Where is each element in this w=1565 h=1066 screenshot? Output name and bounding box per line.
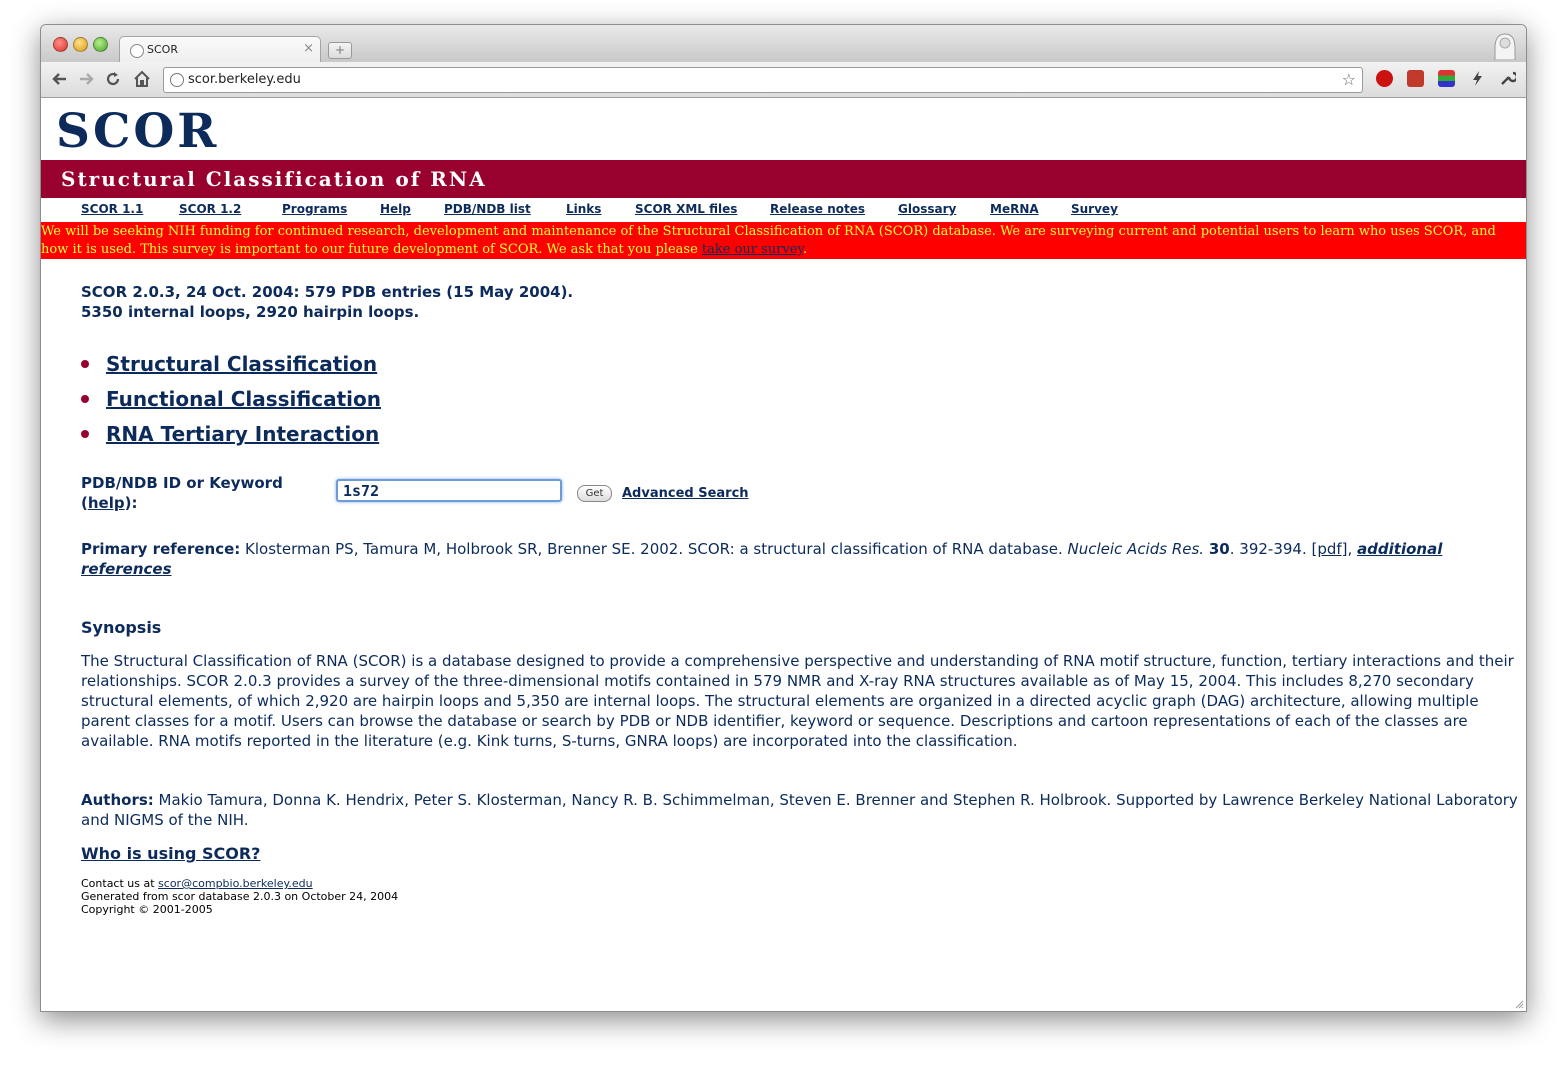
pdf-link[interactable]: [pdf] — [1311, 540, 1347, 558]
nav-link-scor-1-2[interactable]: SCOR 1.2 — [179, 202, 241, 216]
primary-reference: Primary reference: Klosterman PS, Tamura… — [81, 539, 1481, 579]
contact-line: Contact us at scor@compbio.berkeley.edu — [81, 877, 398, 890]
dictionary-icon[interactable] — [1407, 70, 1424, 87]
nav-link-survey[interactable]: Survey — [1071, 202, 1118, 216]
nav-link-links[interactable]: Links — [566, 202, 601, 216]
structural-classification-link[interactable]: Structural Classification — [106, 352, 377, 376]
paren-open: ( — [81, 494, 88, 512]
page-footer: Contact us at scor@compbio.berkeley.edu … — [81, 877, 398, 916]
site-banner: Structural Classification of RNA — [41, 160, 1526, 198]
alert-end: . — [803, 242, 808, 257]
advanced-search-link[interactable]: Advanced Search — [622, 486, 749, 501]
flash-icon[interactable] — [1469, 70, 1486, 87]
site-logo[interactable]: SCOR — [56, 104, 219, 159]
star-icon[interactable]: ☆ — [1342, 70, 1356, 89]
globe-icon — [170, 73, 184, 87]
reference-label: Primary reference: — [81, 540, 241, 558]
contact-email-link[interactable]: scor@compbio.berkeley.edu — [158, 877, 313, 890]
synopsis-heading: Synopsis — [81, 618, 162, 637]
minimize-window-button[interactable] — [73, 37, 88, 52]
search-label: PDB/NDB ID or Keyword (help): — [81, 473, 283, 513]
web-page: SCOR Structural Classification of RNA SC… — [41, 98, 1526, 1011]
zoom-window-button[interactable] — [93, 37, 108, 52]
stats-line-1: SCOR 2.0.3, 24 Oct. 2004: 579 PDB entrie… — [81, 283, 574, 301]
address-bar[interactable]: scor.berkeley.edu ☆ — [163, 67, 1363, 93]
nav-link-release-notes[interactable]: Release notes — [770, 202, 865, 216]
who-is-using-scor-link[interactable]: Who is using SCOR? — [81, 844, 260, 863]
reference-text: Klosterman PS, Tamura M, Holbrook SR, Br… — [240, 540, 1068, 558]
authors-label: Authors: — [81, 791, 154, 809]
browser-toolbar: scor.berkeley.edu ☆ — [41, 62, 1526, 98]
new-tab-button[interactable]: + — [328, 42, 352, 59]
contact-prefix: Contact us at — [81, 877, 159, 890]
profile-icon[interactable] — [1492, 30, 1518, 60]
bullet-icon — [81, 395, 89, 403]
reference-journal: Nucleic Acids Res. — [1067, 540, 1205, 558]
search-help-line: (help): — [81, 493, 283, 513]
globe-icon — [130, 44, 144, 58]
alert-text: We will be seeking NIH funding for conti… — [41, 223, 1511, 259]
tab-title: SCOR — [147, 43, 178, 56]
rna-tertiary-interaction-link[interactable]: RNA Tertiary Interaction — [106, 422, 379, 446]
browser-window: SCOR × + scor.berkeley.edu ☆ SCOR Struct… — [40, 24, 1527, 1012]
nav-link-scor-1-1[interactable]: SCOR 1.1 — [81, 202, 143, 216]
color-icon[interactable] — [1438, 70, 1455, 87]
survey-link[interactable]: take our survey — [702, 242, 803, 257]
browser-tab[interactable]: SCOR × — [119, 36, 321, 64]
nav-link-scor-xml-files[interactable]: SCOR XML files — [635, 202, 737, 216]
search-input[interactable] — [336, 479, 562, 502]
banner-title: Structural Classification of RNA — [61, 167, 487, 191]
site-navigation: SCOR 1.1 SCOR 1.2 Programs Help PDB/NDB … — [41, 202, 1526, 220]
forward-icon[interactable] — [77, 70, 95, 88]
reload-icon[interactable] — [104, 70, 122, 88]
authors: Authors: Makio Tamura, Donna K. Hendrix,… — [81, 790, 1526, 830]
generated-line: Generated from scor database 2.0.3 on Oc… — [81, 890, 399, 903]
title-bar: SCOR × + — [41, 25, 1526, 64]
nav-link-merna[interactable]: MeRNA — [990, 202, 1039, 216]
search-label-text: PDB/NDB ID or Keyword — [81, 474, 283, 492]
database-stats: SCOR 2.0.3, 24 Oct. 2004: 579 PDB entrie… — [81, 282, 573, 322]
home-icon[interactable] — [133, 70, 151, 88]
copyright-line: Copyright © 2001-2005 — [81, 903, 213, 916]
bullet-icon — [81, 430, 89, 438]
synopsis-text: The Structural Classification of RNA (SC… — [81, 652, 1514, 750]
url-text: scor.berkeley.edu — [188, 72, 301, 87]
wrench-icon[interactable] — [1499, 70, 1516, 87]
reference-separator: , — [1347, 540, 1358, 558]
nav-link-programs[interactable]: Programs — [282, 202, 347, 216]
paren-close: ): — [124, 494, 138, 512]
help-link[interactable]: help — [88, 494, 125, 512]
adblock-icon[interactable] — [1376, 70, 1393, 87]
nav-link-help[interactable]: Help — [380, 202, 411, 216]
reference-volume: 30 — [1208, 540, 1230, 558]
close-window-button[interactable] — [53, 37, 68, 52]
nav-link-glossary[interactable]: Glossary — [898, 202, 956, 216]
functional-classification-link[interactable]: Functional Classification — [106, 387, 381, 411]
get-button[interactable]: Get — [577, 485, 612, 502]
back-icon[interactable] — [51, 70, 69, 88]
stats-line-2: 5350 internal loops, 2920 hairpin loops. — [81, 303, 420, 321]
tab-close-icon[interactable]: × — [303, 41, 314, 56]
bullet-icon — [81, 360, 89, 368]
reference-pages: . 392-394. — [1229, 540, 1312, 558]
nav-link-pdb-ndb-list[interactable]: PDB/NDB list — [444, 202, 531, 216]
authors-text: Makio Tamura, Donna K. Hendrix, Peter S.… — [81, 791, 1518, 829]
survey-alert: We will be seeking NIH funding for conti… — [41, 222, 1526, 259]
resize-grip-icon[interactable] — [1514, 999, 1524, 1009]
